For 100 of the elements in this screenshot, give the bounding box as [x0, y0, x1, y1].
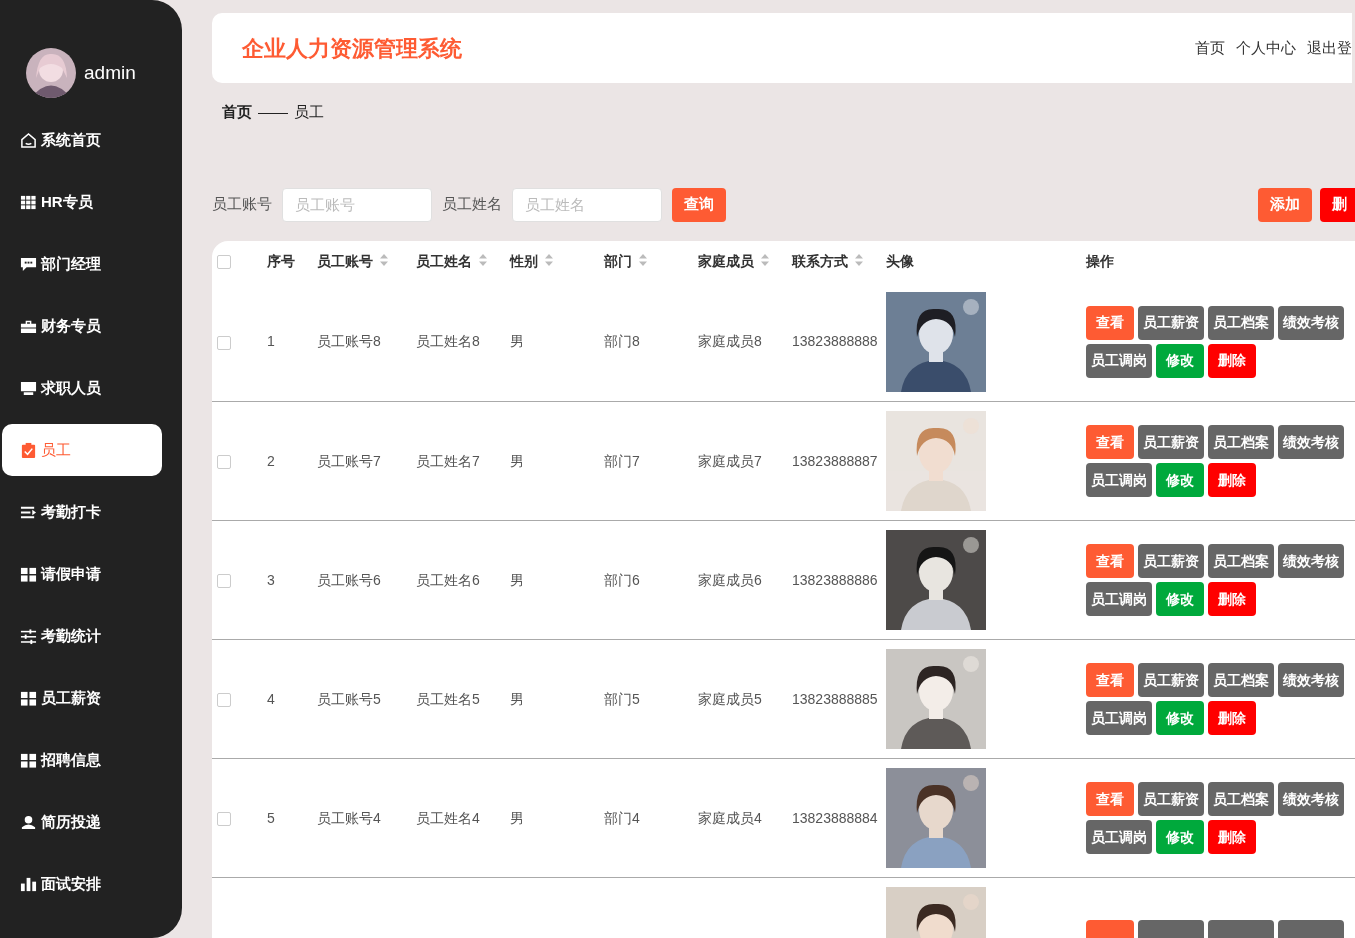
table-cell: 4	[267, 690, 275, 707]
nav-link[interactable]: 首页	[1195, 36, 1225, 60]
sort-icon[interactable]	[478, 253, 488, 267]
action-button[interactable]: 员工调岗	[1086, 582, 1152, 616]
table-cell: 3	[267, 571, 275, 588]
sidebar-item[interactable]: 请假申请	[2, 548, 162, 600]
table-cell: 员工姓名6	[416, 571, 480, 588]
edit-button[interactable]: 修改	[1156, 701, 1204, 735]
table-cell: 男	[510, 333, 524, 350]
column-header[interactable]: 家庭成员	[698, 253, 770, 269]
sort-icon[interactable]	[379, 253, 389, 267]
table-cell: 5	[267, 809, 275, 826]
action-button[interactable]: 员工调岗	[1086, 463, 1152, 497]
sidebar-item[interactable]: 系统首页	[2, 114, 162, 166]
monitor-icon	[20, 379, 37, 397]
action-button[interactable]: 员工调岗	[1086, 820, 1152, 854]
breadcrumb-separator: ——	[258, 102, 288, 122]
search-field[interactable]: 员工姓名	[512, 187, 662, 222]
table-cell: 员工姓名4	[416, 809, 480, 826]
action-button[interactable]: 员工薪资	[1138, 305, 1204, 340]
edit-button[interactable]: 修改	[1156, 582, 1204, 616]
sidebar-item[interactable]: HR专员	[2, 176, 162, 228]
column-header[interactable]: 联系方式	[792, 253, 864, 269]
delete-button[interactable]: 删	[1320, 187, 1355, 222]
delete-button[interactable]: 删除	[1208, 343, 1256, 378]
clipboard-icon	[20, 441, 37, 459]
sort-icon[interactable]	[854, 253, 864, 267]
sliders-icon	[20, 627, 37, 645]
sort-icon[interactable]	[638, 253, 648, 267]
action-button[interactable]: 绩效考核	[1278, 544, 1344, 578]
nav-link[interactable]: 个人中心	[1236, 36, 1296, 60]
action-button[interactable]: 员工档案	[1208, 782, 1274, 816]
edit-button[interactable]: 修改	[1156, 343, 1204, 378]
edit-button[interactable]: 修改	[1156, 463, 1204, 497]
add-button[interactable]: 查看	[1086, 544, 1134, 578]
delete-button[interactable]: 删除	[1208, 820, 1256, 854]
action-button[interactable]: 员工薪资	[1138, 782, 1204, 816]
sort-icon[interactable]	[760, 253, 770, 267]
action-button[interactable]: 员工薪资	[1138, 425, 1204, 459]
table-cell: 13823888887	[792, 452, 878, 469]
table-cell: 13823888885	[792, 690, 878, 707]
column-header[interactable]: 性别	[510, 253, 554, 269]
nav-link[interactable]: 退出登	[1307, 36, 1352, 60]
sort-icon[interactable]	[544, 253, 554, 267]
sidebar-item[interactable]: 招聘信息	[2, 734, 162, 786]
action-button[interactable]: 绩效考核	[1278, 782, 1344, 816]
add-button[interactable]: 查看	[1086, 782, 1134, 816]
table-cell: 员工姓名5	[416, 690, 480, 707]
delete-button[interactable]: 删除	[1208, 701, 1256, 735]
column-header: 头像	[886, 253, 914, 269]
checkbox[interactable]	[217, 335, 231, 350]
checkbox[interactable]	[217, 692, 231, 707]
action-button[interactable]: 员工档案	[1208, 425, 1274, 459]
column-header[interactable]: 部门	[604, 253, 648, 269]
user-icon	[20, 813, 37, 831]
add-button[interactable]: 添加	[1258, 187, 1312, 222]
add-button[interactable]: 查看	[1086, 305, 1134, 340]
table-cell: 家庭成员7	[698, 452, 762, 469]
breadcrumb-current: 员工	[294, 102, 324, 122]
sidebar-item[interactable]: 员工薪资	[2, 672, 162, 724]
table-cell: 家庭成员5	[698, 690, 762, 707]
sidebar-item[interactable]: 简历投递	[2, 796, 162, 848]
action-button[interactable]: 员工薪资	[1138, 663, 1204, 697]
action-button[interactable]: 员工调岗	[1086, 343, 1152, 378]
checkbox[interactable]	[217, 454, 231, 469]
table-cell: 部门6	[604, 571, 640, 588]
action-button[interactable]: 绩效考核	[1278, 663, 1344, 697]
checkbox[interactable]	[217, 573, 231, 588]
action-button[interactable]: 绩效考核	[1278, 425, 1344, 459]
column-header[interactable]: 员工账号	[317, 253, 389, 269]
action-button[interactable]: 员工薪资	[1138, 544, 1204, 578]
sidebar-item[interactable]: 考勤打卡	[2, 486, 162, 538]
add-button[interactable]: 查看	[1086, 663, 1134, 697]
table-cell: 员工账号4	[317, 809, 381, 826]
delete-button[interactable]: 删除	[1208, 463, 1256, 497]
sidebar-item[interactable]: 面试安排	[2, 858, 162, 910]
sidebar-item[interactable]: 考勤统计	[2, 610, 162, 662]
action-button[interactable]: 员工档案	[1208, 305, 1274, 340]
table-cell: 员工账号5	[317, 690, 381, 707]
app-title: 企业人力资源管理系统	[242, 34, 462, 63]
action-button[interactable]: 员工档案	[1208, 544, 1274, 578]
sidebar-item[interactable]: 财务专员	[2, 300, 162, 352]
action-button[interactable]: 员工调岗	[1086, 701, 1152, 735]
column-header[interactable]: 员工姓名	[416, 253, 488, 269]
grid-icon	[20, 751, 37, 769]
breadcrumb-link[interactable]: 首页	[222, 101, 252, 124]
grid-icon	[20, 689, 37, 707]
sidebar-item[interactable]: 求职人员	[2, 362, 162, 414]
add-button[interactable]: 查看	[1086, 425, 1134, 459]
sidebar-item[interactable]: 部门经理	[2, 238, 162, 290]
search-button[interactable]: 查询	[672, 187, 726, 222]
checkbox[interactable]	[217, 811, 231, 826]
action-button[interactable]: 绩效考核	[1278, 305, 1344, 340]
delete-button[interactable]: 删除	[1208, 582, 1256, 616]
edit-button[interactable]: 修改	[1156, 820, 1204, 854]
checkbox[interactable]	[217, 255, 231, 270]
search-field[interactable]: 员工账号	[282, 187, 432, 222]
avatar	[26, 48, 76, 98]
action-button[interactable]: 员工档案	[1208, 663, 1274, 697]
sidebar-item[interactable]: 员工	[2, 424, 162, 476]
